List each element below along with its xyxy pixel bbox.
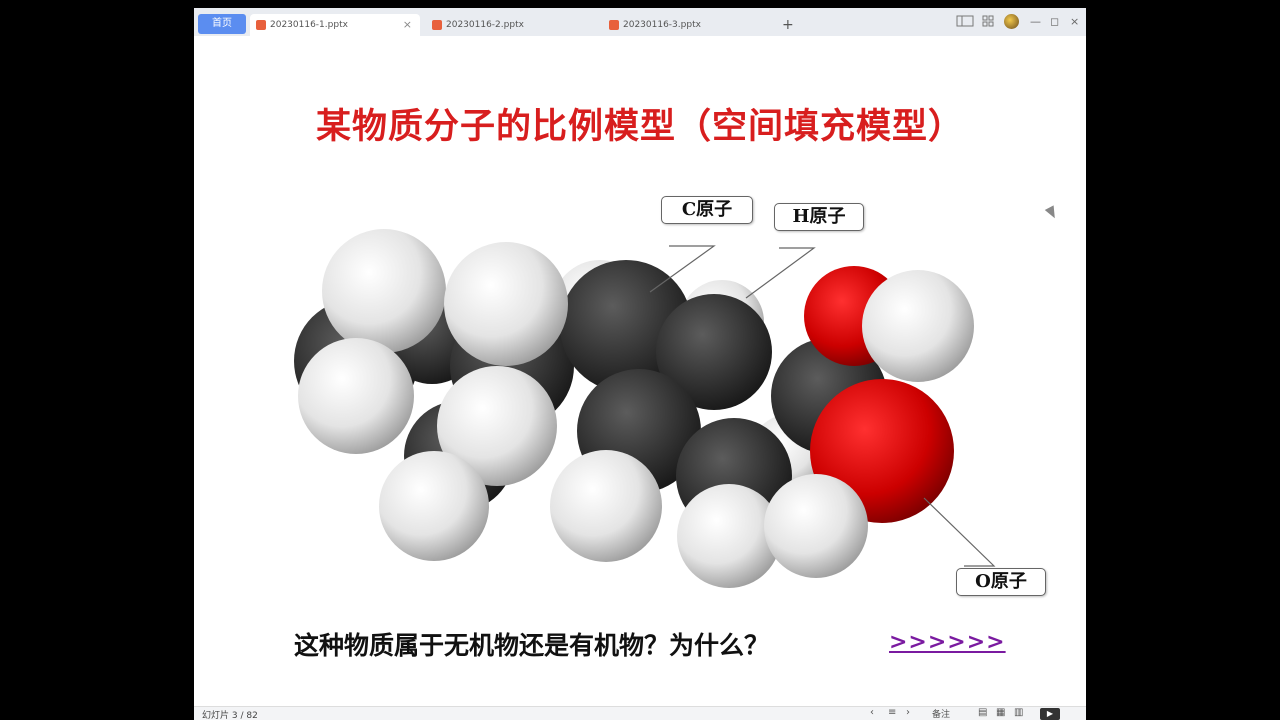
tab-label: 20230116-1.pptx: [270, 20, 348, 30]
o-atom-callout: O原子: [956, 568, 1046, 596]
next-link[interactable]: >>>>>>: [889, 629, 1006, 655]
next-slide-icon[interactable]: ›: [906, 707, 910, 718]
pptx-file-icon: [609, 20, 619, 30]
pptx-file-icon: [256, 20, 266, 30]
close-tab-icon[interactable]: ×: [403, 14, 412, 36]
hydrogen-atom: [764, 474, 868, 578]
notes-label: 备注: [932, 710, 951, 720]
close-window-button[interactable]: ×: [1070, 14, 1079, 30]
tab-bar: 首页 20230116-1.pptx × 20230116-2.pptx 202…: [194, 8, 1086, 37]
tab-file-3[interactable]: 20230116-3.pptx: [603, 14, 773, 36]
hydrogen-atom: [444, 242, 568, 366]
notes-button[interactable]: 备注: [932, 707, 950, 720]
layout-icon[interactable]: [956, 15, 974, 27]
sorter-view-icon[interactable]: ▦: [996, 707, 1005, 718]
tab-label: 20230116-3.pptx: [623, 20, 701, 30]
hydrogen-atom: [862, 270, 974, 382]
c-atom-callout: C原子: [661, 196, 753, 224]
slide-counter: 幻灯片 3 / 82: [202, 711, 258, 720]
reading-view-icon[interactable]: ▥: [1014, 707, 1023, 718]
h-atom-pointer: [745, 247, 816, 299]
grid-icon[interactable]: [982, 15, 994, 27]
hydrogen-atom: [322, 229, 446, 353]
tab-file-2[interactable]: 20230116-2.pptx: [426, 14, 596, 36]
minimize-button[interactable]: —: [1030, 14, 1041, 30]
hydrogen-atom: [550, 450, 662, 562]
status-bar: 幻灯片 3 / 82 ‹ ≡ › 备注 ▤ ▦ ▥ ▶: [194, 706, 1086, 720]
tab-file-1[interactable]: 20230116-1.pptx ×: [250, 14, 420, 36]
tab-label: 20230116-2.pptx: [446, 20, 524, 30]
space-filling-molecule-model: [294, 229, 996, 588]
user-avatar[interactable]: [1004, 14, 1019, 29]
o-atom-pointer: [923, 497, 996, 567]
slide-canvas: 某物质分子的比例模型（空间填充模型） C原子 H原子 O原子 这种物质属于无机物…: [194, 36, 1086, 706]
normal-view-icon[interactable]: ▤: [978, 707, 987, 718]
home-tab[interactable]: 首页: [198, 14, 246, 34]
prev-slide-icon[interactable]: ‹: [870, 707, 874, 718]
list-icon[interactable]: ≡: [888, 707, 896, 718]
maximize-button[interactable]: ◻: [1050, 14, 1059, 30]
hydrogen-atom: [379, 451, 489, 561]
new-tab-button[interactable]: +: [782, 14, 794, 36]
h-atom-callout: H原子: [774, 203, 864, 231]
presentation-window: 首页 20230116-1.pptx × 20230116-2.pptx 202…: [194, 8, 1086, 720]
slide-question: 这种物质属于无机物还是有机物？为什么？: [294, 631, 770, 660]
play-slideshow-icon[interactable]: ▶: [1040, 708, 1060, 720]
pptx-file-icon: [432, 20, 442, 30]
hydrogen-atom: [298, 338, 414, 454]
